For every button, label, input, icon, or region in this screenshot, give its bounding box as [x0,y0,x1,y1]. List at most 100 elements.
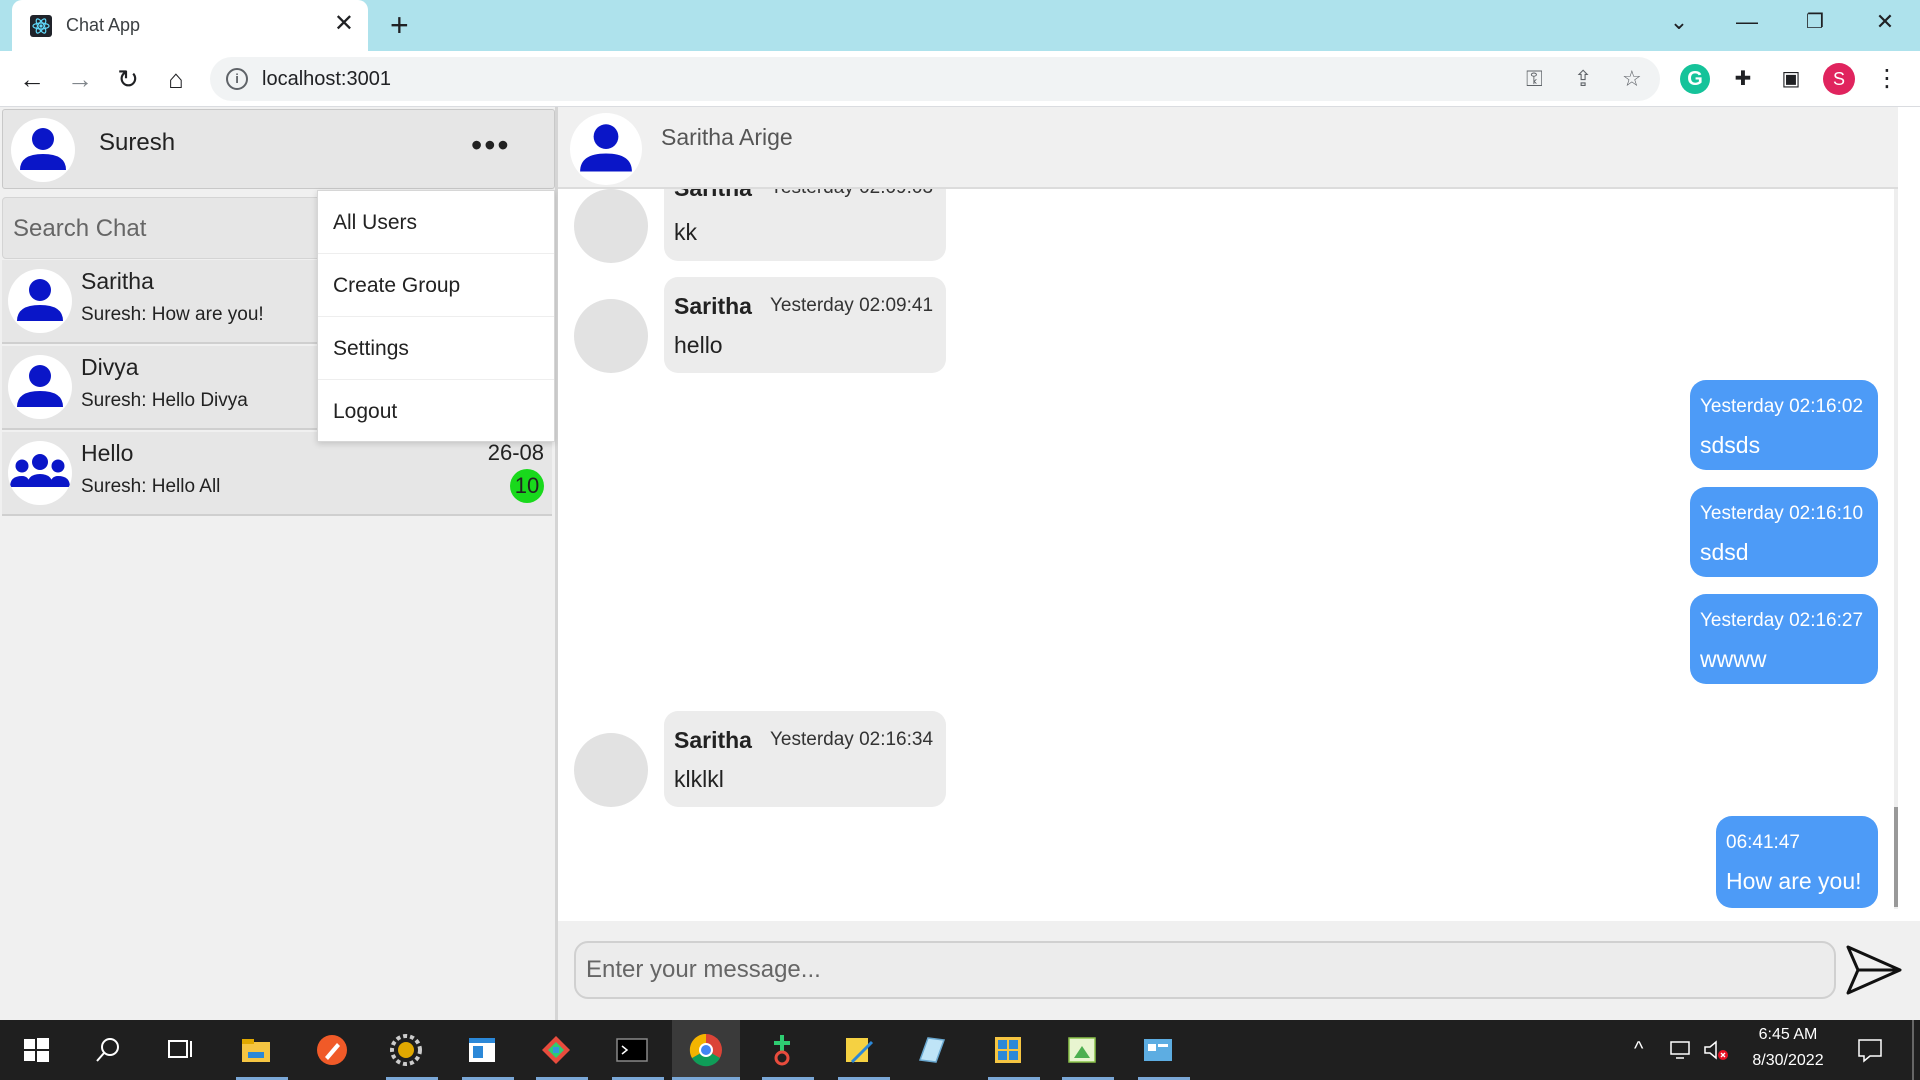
tools-app-icon[interactable] [536,1030,576,1070]
browser-tab[interactable]: Chat App ✕ [12,0,368,51]
chat-list-item[interactable]: Hello Suresh: Hello All 26-08 10 [2,432,552,516]
incoming-message: Saritha Yesterday 02:09:03 kk [664,189,946,261]
new-tab-icon[interactable]: + [390,9,409,41]
editor-app-icon[interactable] [912,1030,952,1070]
incoming-message: Saritha Yesterday 02:09:41 hello [664,277,946,373]
clock-date[interactable]: 8/30/2022 [1740,1052,1836,1070]
menu-item-settings[interactable]: Settings [318,317,554,380]
volume-muted-icon[interactable] [1702,1038,1730,1062]
notifications-icon[interactable] [1856,1036,1884,1064]
show-desktop-button[interactable] [1912,1020,1914,1080]
chat-date: 26-08 [487,440,544,465]
url-text[interactable]: localhost:3001 [262,68,391,91]
message-time: Yesterday 02:16:02 [1700,396,1864,417]
menu-item-all-users[interactable]: All Users [318,191,554,254]
windows-start-icon[interactable] [16,1030,56,1070]
pencil-app-icon[interactable] [312,1030,352,1070]
contact-name: Saritha Arige [661,124,793,150]
browser-toolbar: ← → ↻ ⌂ i localhost:3001 ⚿ ⇪ ☆ G ✚ ▣ S ⋮ [0,51,1920,107]
more-options-icon[interactable]: ••• [471,129,511,161]
chat-preview: Suresh: How are you! [81,304,264,325]
home-icon[interactable]: ⌂ [158,61,194,97]
message-text: kk [674,219,697,245]
search-input[interactable] [13,212,313,246]
unread-badge: 10 [510,469,544,503]
sender-avatar [574,189,648,263]
current-username: Suresh [99,129,176,156]
outgoing-message: Yesterday 02:16:02 sdsds [1690,380,1878,470]
chat-name: Hello [81,440,134,466]
task-view-icon[interactable] [160,1030,200,1070]
window-app-icon[interactable] [462,1030,502,1070]
network-icon[interactable] [1668,1038,1694,1062]
notes-app-icon[interactable] [838,1030,878,1070]
search-icon[interactable] [88,1030,128,1070]
sidebar: Suresh ••• Saritha Suresh: How are you! [0,107,558,1020]
react-icon [30,15,52,37]
chat-pane: Saritha Arige Saritha Yesterday 02:09:03… [558,107,1920,1020]
chevron-down-icon[interactable]: ⌄ [1656,8,1702,38]
message-list[interactable]: Saritha Yesterday 02:09:03 kk Saritha Ye… [558,189,1898,909]
user-avatar-icon[interactable] [11,118,75,182]
outgoing-message: Yesterday 02:16:27 wwww [1690,594,1878,684]
user-avatar [8,355,72,419]
user-avatar [8,269,72,333]
grid-app-icon[interactable] [988,1030,1028,1070]
message-text: sdsds [1700,432,1761,458]
forward-icon[interactable]: → [62,61,98,97]
close-icon[interactable]: ✕ [334,11,354,37]
menu-item-logout[interactable]: Logout [318,380,554,443]
window-close-icon[interactable]: ✕ [1862,8,1908,38]
clock-time[interactable]: 6:45 AM [1740,1026,1836,1044]
group-avatar [8,441,72,505]
restore-icon[interactable]: ❐ [1792,8,1838,38]
terminal-icon[interactable] [612,1030,652,1070]
paint-app-icon[interactable] [1062,1030,1102,1070]
message-text: How are you! [1726,868,1862,894]
user-icon [17,279,63,321]
profile-avatar[interactable]: S [1823,63,1855,95]
share-icon[interactable]: ⇪ [1574,65,1592,93]
message-input[interactable] [574,941,1836,999]
minimize-icon[interactable]: — [1724,8,1770,38]
message-time: Yesterday 02:09:03 [770,189,933,199]
reading-list-icon[interactable]: ▣ [1776,64,1806,94]
message-time: 06:41:47 [1726,832,1800,853]
menu-icon[interactable]: ⋮ [1872,64,1902,94]
message-time: Yesterday 02:16:27 [1700,610,1864,631]
tray-chevron-up-icon[interactable]: ^ [1634,1038,1643,1061]
menu-item-create-group[interactable]: Create Group [318,254,554,317]
sidebar-header: Suresh ••• [2,109,555,189]
git-app-icon[interactable] [762,1030,802,1070]
chat-preview: Suresh: Hello Divya [81,390,248,411]
message-sender: Saritha [674,293,752,319]
browser-tab-bar: Chat App ✕ + ⌄ — ❐ ✕ [0,0,1920,51]
star-icon[interactable]: ☆ [1622,65,1642,93]
send-icon[interactable] [1842,941,1906,999]
scrollbar-thumb[interactable] [1894,807,1898,907]
grammarly-icon[interactable]: G [1680,64,1710,94]
key-icon[interactable]: ⚿ [1526,65,1543,93]
chat-name: Saritha [81,268,154,294]
outgoing-message: 06:41:47 How are you! [1716,816,1878,908]
message-sender: Saritha [674,189,752,202]
message-time: Yesterday 02:09:41 [770,295,934,316]
contact-avatar-icon[interactable] [570,113,642,185]
file-explorer-icon[interactable] [236,1030,276,1070]
sender-avatar [574,299,648,373]
sender-avatar [574,733,648,807]
gear-app-icon[interactable] [386,1030,426,1070]
user-icon [17,365,63,407]
message-sender: Saritha [674,727,752,753]
settings-window-icon[interactable] [1138,1030,1178,1070]
chrome-icon[interactable] [686,1030,726,1070]
address-bar[interactable]: i localhost:3001 ⚿ ⇪ ☆ [210,57,1660,101]
info-icon[interactable]: i [226,68,248,90]
scrollbar-track[interactable] [1894,189,1898,909]
reload-icon[interactable]: ↻ [110,61,146,97]
chat-preview: Suresh: Hello All [81,476,221,497]
outgoing-message: Yesterday 02:16:10 sdsd [1690,487,1878,577]
message-composer [558,921,1920,1020]
back-icon[interactable]: ← [14,61,50,97]
extensions-icon[interactable]: ✚ [1728,64,1758,94]
